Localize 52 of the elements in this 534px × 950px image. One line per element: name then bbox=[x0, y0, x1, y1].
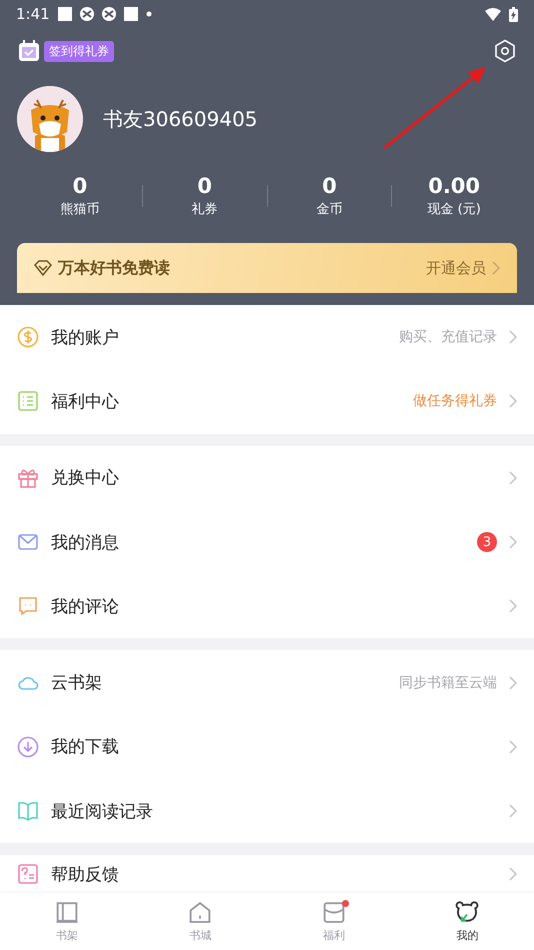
stat-label: 熊猫币 bbox=[60, 201, 100, 218]
nav-tab[interactable]: 我的 bbox=[400, 893, 534, 950]
dot-icon bbox=[146, 11, 152, 17]
chevron-icon bbox=[509, 740, 517, 754]
menu-row[interactable]: 最近阅读记录 bbox=[0, 779, 534, 844]
square-icon bbox=[58, 7, 72, 21]
vip-title: 万本好书免费读 bbox=[58, 258, 170, 278]
download-icon bbox=[17, 736, 39, 758]
menu-row[interactable]: 兑换中心 bbox=[0, 446, 534, 510]
menu-row[interactable]: 我的下载 bbox=[0, 714, 534, 780]
row-note: 购买、充值记录 bbox=[399, 328, 497, 346]
menu-row[interactable]: 帮助反馈 bbox=[0, 855, 534, 894]
wifi-icon bbox=[485, 8, 501, 20]
aperture-icon bbox=[102, 7, 116, 21]
book-icon bbox=[17, 800, 39, 822]
chevron-icon bbox=[509, 804, 517, 818]
calendar-check-icon[interactable] bbox=[18, 40, 40, 62]
stat-value: 0 bbox=[72, 174, 88, 198]
unread-badge: 3 bbox=[477, 532, 497, 552]
row-note: 做任务得礼券 bbox=[413, 392, 497, 410]
battery-icon bbox=[509, 6, 518, 22]
chat-icon bbox=[17, 595, 39, 618]
settings-icon[interactable] bbox=[494, 39, 516, 63]
chevron-icon bbox=[509, 676, 517, 690]
gift-icon bbox=[17, 466, 39, 489]
chevron-icon bbox=[509, 394, 517, 408]
stat-value: 0 bbox=[197, 174, 212, 198]
menu-row[interactable]: 云书架 同步书籍至云端 bbox=[0, 650, 534, 715]
chevron-icon bbox=[509, 535, 517, 550]
aperture-icon bbox=[80, 7, 94, 21]
menu-row[interactable]: 我的账户 购买、充值记录 bbox=[0, 305, 534, 370]
avatar[interactable] bbox=[17, 86, 83, 152]
dollar-coin-icon bbox=[17, 326, 39, 348]
chevron-icon bbox=[509, 470, 517, 485]
stat-value: 0.00 bbox=[428, 174, 480, 198]
username: 书友306609405 bbox=[103, 106, 258, 132]
stat-value: 0 bbox=[322, 174, 337, 198]
chevron-icon bbox=[509, 330, 517, 344]
menu-row[interactable]: 福利中心 做任务得礼券 bbox=[0, 369, 534, 434]
menu-row[interactable]: 我的消息 3 bbox=[0, 510, 534, 574]
diamond-icon bbox=[34, 260, 52, 276]
chevron-icon bbox=[509, 599, 517, 614]
row-note: 同步书籍至云端 bbox=[399, 674, 497, 692]
list-icon bbox=[17, 390, 39, 412]
status-time: 1:41 bbox=[16, 5, 50, 23]
stat-label: 礼券 bbox=[192, 201, 218, 218]
menu-row[interactable]: 我的评论 bbox=[0, 574, 534, 638]
stat-label: 现金 (元) bbox=[427, 201, 481, 218]
chevron-icon bbox=[492, 261, 500, 275]
open-vip-link[interactable]: 开通会员 bbox=[426, 258, 500, 278]
stat-label: 金币 bbox=[316, 201, 342, 218]
square-icon bbox=[124, 7, 138, 21]
